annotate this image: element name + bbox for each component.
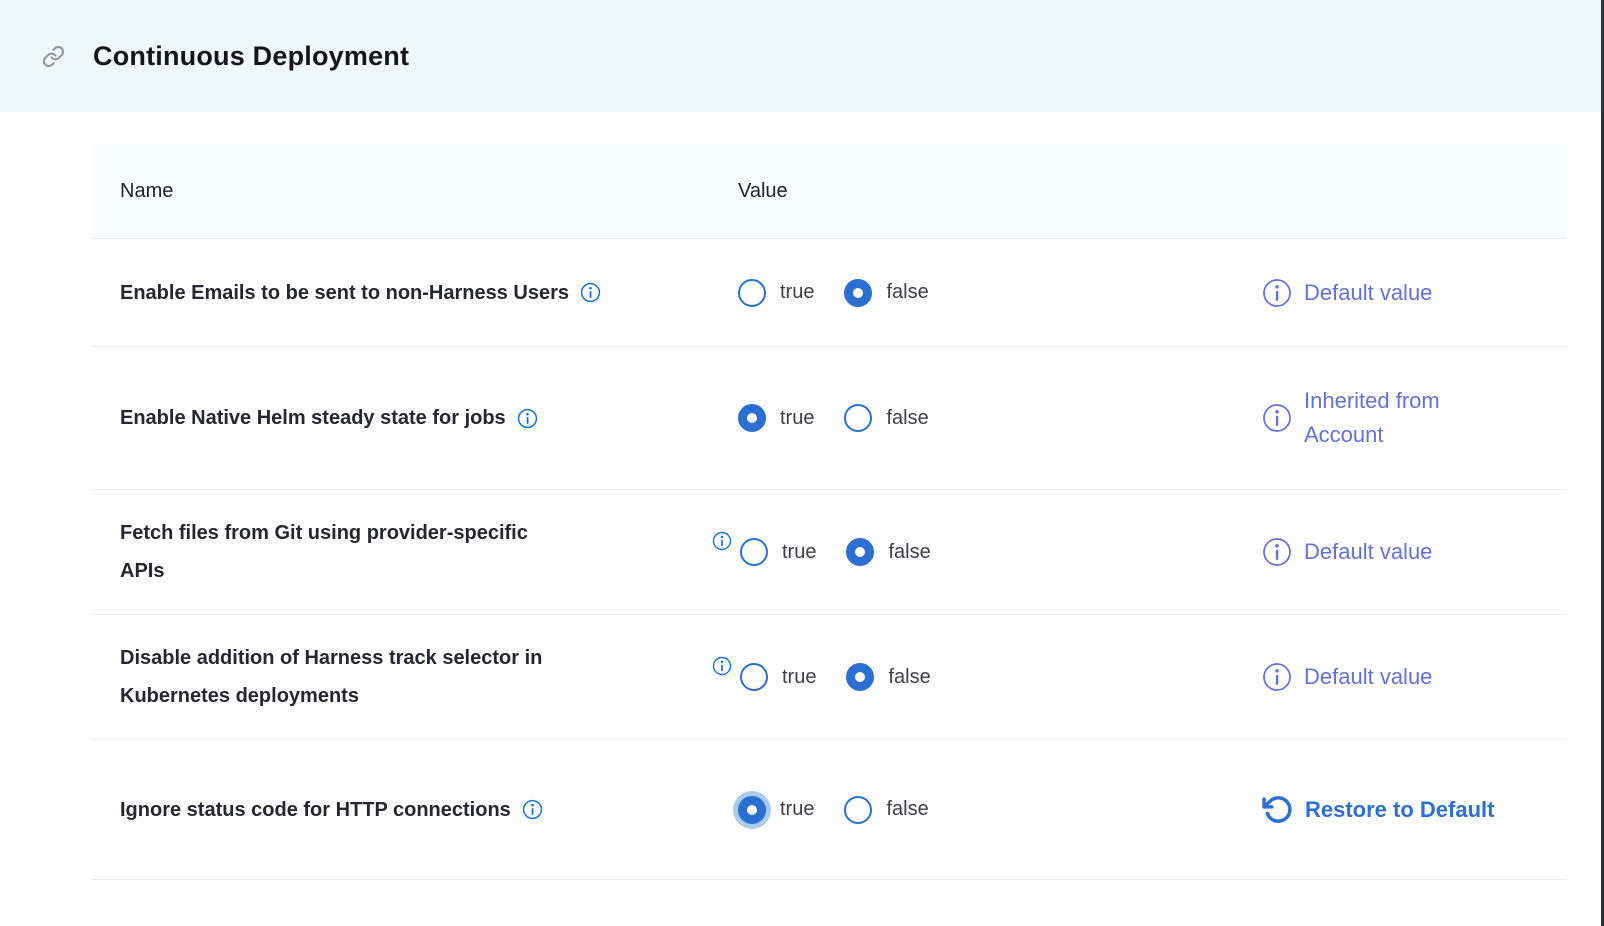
restore-label: Restore to Default [1305, 793, 1494, 827]
radio-label-true: true [782, 666, 816, 689]
setting-name: Ignore status code for HTTP connections [120, 791, 511, 829]
radio-label-true: true [780, 798, 814, 821]
status-badge: Default value [1262, 276, 1432, 310]
status-text: Inherited from Account [1304, 384, 1516, 452]
radio-group: true false [738, 538, 1240, 566]
link-icon[interactable] [42, 45, 65, 68]
radio-label-false: false [886, 407, 928, 430]
info-icon[interactable] [1262, 278, 1292, 308]
restore-icon [1262, 794, 1293, 825]
settings-table: Name Value Enable Emails to be sent to n… [92, 144, 1567, 880]
radio-label-false: false [888, 666, 930, 689]
radio-circle-false [844, 796, 872, 824]
info-icon[interactable] [1262, 662, 1292, 692]
info-icon[interactable] [712, 656, 732, 676]
table-header-row: Name Value [92, 144, 1567, 239]
radio-circle-true [738, 404, 766, 432]
radio-false[interactable]: false [844, 404, 928, 432]
radio-group: true false [738, 279, 1240, 307]
radio-circle-true [740, 663, 768, 691]
info-icon[interactable] [517, 408, 538, 429]
radio-label-true: true [780, 407, 814, 430]
radio-true[interactable]: true [738, 404, 814, 432]
radio-label-false: false [886, 281, 928, 304]
radio-circle-false [844, 404, 872, 432]
radio-circle-true [738, 279, 766, 307]
radio-false[interactable]: false [844, 279, 928, 307]
status-badge: Inherited from Account [1262, 384, 1516, 452]
info-icon[interactable] [1262, 537, 1292, 567]
page-title: Continuous Deployment [93, 41, 409, 72]
info-icon[interactable] [1262, 403, 1292, 433]
restore-to-default-button[interactable]: Restore to Default [1262, 793, 1494, 827]
radio-label-true: true [780, 281, 814, 304]
radio-circle-false [846, 663, 874, 691]
status-text: Default value [1304, 535, 1432, 569]
status-text: Default value [1304, 660, 1432, 694]
radio-group: true false [738, 663, 1240, 691]
info-icon[interactable] [522, 799, 543, 820]
setting-row: Enable Native Helm steady state for jobs… [92, 347, 1567, 490]
status-text: Default value [1304, 276, 1432, 310]
radio-true[interactable]: true [740, 538, 816, 566]
info-icon[interactable] [712, 531, 732, 551]
radio-true[interactable]: true [738, 279, 814, 307]
setting-name: Disable addition of Harness track select… [120, 639, 720, 715]
radio-circle-true [740, 538, 768, 566]
setting-row: Enable Emails to be sent to non-Harness … [92, 239, 1567, 347]
status-badge: Default value [1262, 660, 1432, 694]
setting-row: Fetch files from Git using provider-spec… [92, 490, 1567, 615]
radio-circle-false [846, 538, 874, 566]
radio-label-false: false [888, 541, 930, 564]
info-icon[interactable] [580, 282, 601, 303]
radio-group: true false [738, 404, 1240, 432]
setting-name: Fetch files from Git using provider-spec… [120, 514, 720, 590]
setting-row: Ignore status code for HTTP connections … [92, 740, 1567, 880]
radio-true[interactable]: true [738, 796, 814, 824]
radio-false[interactable]: false [846, 663, 930, 691]
setting-name: Enable Emails to be sent to non-Harness … [120, 274, 569, 312]
column-header-value: Value [738, 180, 1240, 203]
radio-false[interactable]: false [846, 538, 930, 566]
setting-name: Enable Native Helm steady state for jobs [120, 399, 506, 437]
radio-group: true false [738, 796, 1240, 824]
status-badge: Default value [1262, 535, 1432, 569]
radio-label-false: false [886, 798, 928, 821]
setting-row: Disable addition of Harness track select… [92, 615, 1567, 740]
radio-false[interactable]: false [844, 796, 928, 824]
radio-true[interactable]: true [740, 663, 816, 691]
radio-circle-true [738, 796, 766, 824]
radio-circle-false [844, 279, 872, 307]
radio-label-true: true [782, 541, 816, 564]
column-header-name: Name [92, 180, 738, 203]
section-header: Continuous Deployment [0, 0, 1604, 112]
